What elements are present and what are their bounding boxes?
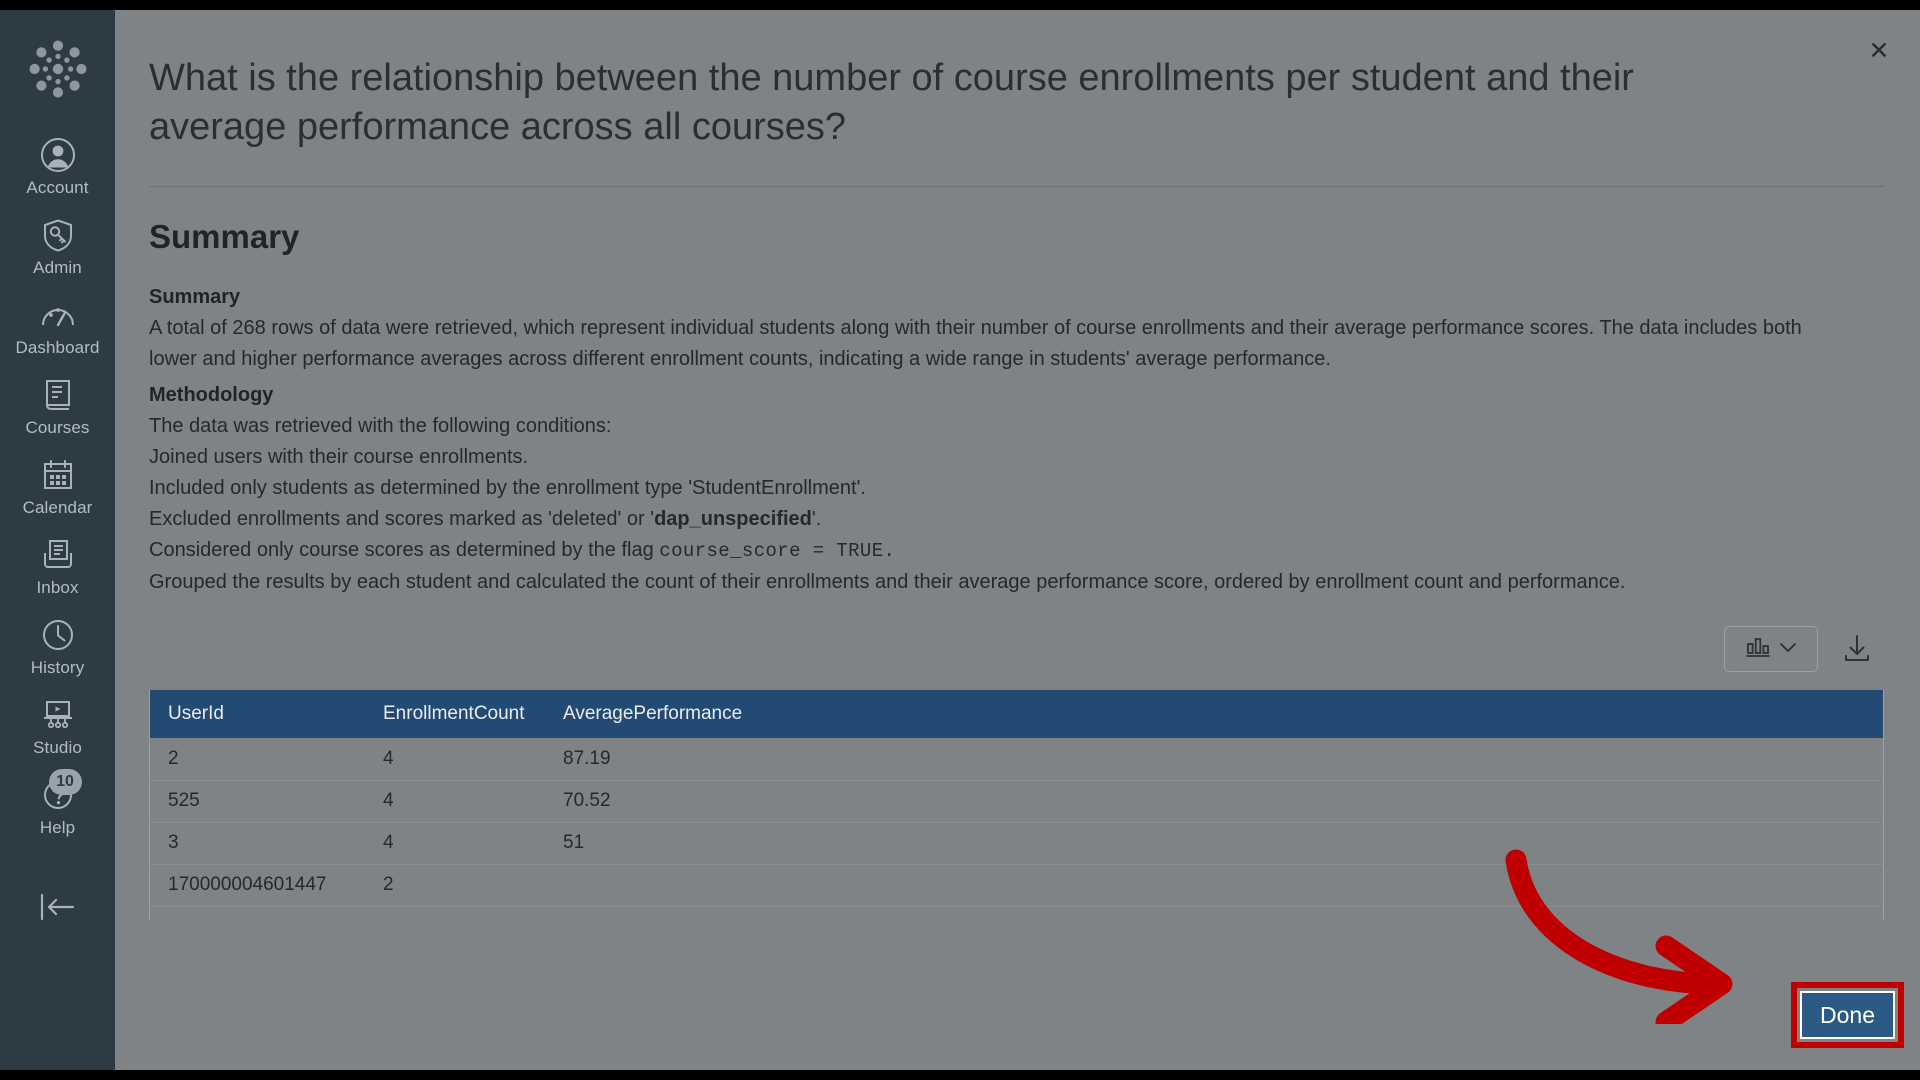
sidebar-item-calendar[interactable]: Calendar — [0, 446, 115, 526]
sidebar-item-admin[interactable]: Admin — [0, 206, 115, 286]
done-button-highlight: Done — [1791, 982, 1904, 1048]
sidebar-item-inbox[interactable]: Inbox — [0, 526, 115, 606]
methodology-heading: Methodology — [149, 384, 274, 406]
table-header-row: UserId EnrollmentCount AveragePerformanc… — [150, 690, 1883, 738]
visualization-type-select[interactable] — [1724, 626, 1818, 672]
studio-video-icon — [38, 695, 78, 735]
results-table: UserId EnrollmentCount AveragePerformanc… — [150, 690, 1883, 920]
global-nav-sidebar: Account Admin Dashboard Courses Calendar… — [0, 10, 115, 1070]
sidebar-item-label: Inbox — [36, 578, 79, 597]
cell-userid: 2 — [150, 738, 365, 781]
cell-averageperformance: 87.19 — [545, 738, 1883, 781]
methodology-line-3: Excluded enrollments and scores marked a… — [149, 504, 1849, 535]
sidebar-item-label: Studio — [33, 738, 82, 757]
cell-userid: 170000004601447 — [150, 864, 365, 907]
methodology-line-4: Considered only course scores as determi… — [149, 535, 1849, 567]
sidebar-item-label: Admin — [33, 258, 82, 277]
methodology-line-3-pre: Excluded enrollments and scores marked a… — [149, 508, 655, 530]
help-badge-count: 10 — [48, 769, 82, 795]
dashboard-gauge-icon — [38, 295, 78, 335]
bar-chart-icon — [1745, 635, 1771, 664]
methodology-line-4-pre: Considered only course scores as determi… — [149, 539, 660, 561]
window-bottom-edge — [0, 1070, 1920, 1080]
history-clock-icon — [38, 615, 78, 655]
cell-enrollmentcount: 4 — [365, 822, 545, 865]
methodology-line-3-post: '. — [811, 508, 822, 530]
sidebar-item-dashboard[interactable]: Dashboard — [0, 286, 115, 366]
sidebar-item-label: Account — [26, 178, 89, 197]
methodology-line-3-bold: dap_unspecified — [654, 508, 812, 530]
summary-heading: Summary — [149, 286, 241, 308]
query-result-modal: ✕ What is the relationship between the n… — [115, 10, 1920, 1070]
download-icon[interactable] — [1840, 629, 1874, 669]
done-button[interactable]: Done — [1800, 991, 1895, 1039]
column-header-enrollmentcount[interactable]: EnrollmentCount — [365, 690, 545, 738]
cell-enrollmentcount: 2 — [365, 864, 545, 907]
page-title: What is the relationship between the num… — [149, 57, 1634, 148]
cell-enrollmentcount: 4 — [365, 738, 545, 781]
sidebar-item-label: History — [30, 658, 85, 677]
cell-averageperformance — [545, 864, 1883, 907]
table-row: 3 4 51 — [150, 822, 1883, 865]
collapse-left-arrow-icon[interactable] — [0, 890, 115, 924]
cell-userid — [150, 906, 365, 920]
methodology-intro: The data was retrieved with the followin… — [149, 415, 612, 437]
calendar-icon — [38, 455, 78, 495]
panel-body: Summary Summary A total of 268 rows of d… — [115, 187, 1920, 672]
cell-userid: 525 — [150, 780, 365, 823]
cell-enrollmentcount — [365, 906, 545, 920]
sidebar-item-account[interactable]: Account — [0, 126, 115, 206]
account-avatar-icon — [38, 135, 78, 175]
sidebar-item-label: Dashboard — [15, 338, 100, 357]
column-header-userid[interactable]: UserId — [150, 690, 365, 738]
methodology-line-2: Included only students as determined by … — [149, 477, 866, 499]
methodology-line-4-post: = TRUE. — [800, 540, 896, 562]
sidebar-item-label: Calendar — [22, 498, 93, 517]
screen: Account Admin Dashboard Courses Calendar… — [0, 0, 1920, 1080]
sidebar-item-history[interactable]: History — [0, 606, 115, 686]
sidebar-item-studio[interactable]: Studio — [0, 686, 115, 766]
cell-averageperformance: 51 — [545, 822, 1883, 865]
table-row: 170000004601447 2 — [150, 864, 1883, 907]
sidebar-item-label: Courses — [25, 418, 90, 437]
table-row: 2 4 87.19 — [150, 738, 1883, 781]
sidebar-item-help[interactable]: 10 Help — [0, 766, 115, 846]
cell-enrollmentcount: 4 — [365, 780, 545, 823]
inbox-icon — [38, 535, 78, 575]
table-row — [150, 906, 1883, 920]
chevron-down-icon — [1778, 640, 1798, 659]
sidebar-item-label: Help — [39, 818, 76, 837]
methodology-line-5: Grouped the results by each student and … — [149, 571, 1626, 593]
cell-averageperformance: 70.52 — [545, 780, 1883, 823]
summary-body: A total of 268 rows of data were retriev… — [149, 317, 1802, 370]
panel-header: What is the relationship between the num… — [115, 10, 1920, 152]
methodology-line-4-code: course_score — [659, 540, 801, 562]
sidebar-item-courses[interactable]: Courses — [0, 366, 115, 446]
results-table-container[interactable]: UserId EnrollmentCount AveragePerformanc… — [149, 690, 1884, 920]
methodology-line-1: Joined users with their course enrollmen… — [149, 446, 529, 468]
help-question-icon: 10 — [38, 769, 82, 815]
cell-userid: 3 — [150, 822, 365, 865]
shield-key-admin-icon — [38, 215, 78, 255]
summary-section-title: Summary — [149, 218, 300, 255]
cell-averageperformance — [545, 906, 1883, 920]
courses-book-icon — [38, 375, 78, 415]
results-toolbar — [149, 626, 1886, 672]
close-icon[interactable]: ✕ — [1862, 34, 1896, 68]
table-row: 525 4 70.52 — [150, 780, 1883, 823]
canvas-logo-icon[interactable] — [27, 38, 89, 100]
column-header-averageperformance[interactable]: AveragePerformance — [545, 690, 1883, 738]
